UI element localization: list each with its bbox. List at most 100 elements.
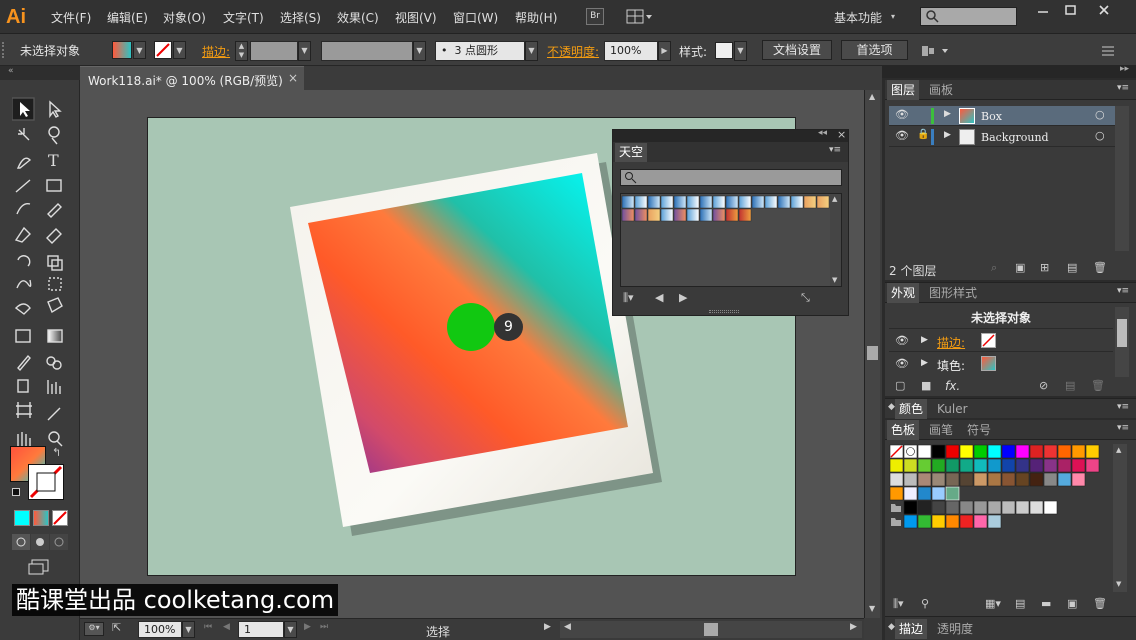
- panel-collapse-icon[interactable]: ◂◂: [818, 128, 827, 138]
- tab-transparency[interactable]: 透明度: [933, 619, 977, 639]
- align-options-icon[interactable]: [920, 43, 952, 59]
- target-circle-icon[interactable]: ○: [1095, 129, 1105, 142]
- clipping-mask-icon[interactable]: ▣: [1015, 261, 1025, 274]
- swatch-libraries-icon[interactable]: ⫼▾: [623, 291, 634, 305]
- swatch-cells[interactable]: [889, 444, 1111, 536]
- swatch-libraries-icon[interactable]: ⫼▾: [893, 597, 904, 611]
- expand-triangle-icon[interactable]: ▶: [921, 335, 928, 345]
- duplicate-item-icon[interactable]: ▤: [1065, 379, 1075, 392]
- artboard-dropdown[interactable]: ▼: [284, 621, 297, 638]
- panel-menu-icon[interactable]: ▾≡: [829, 145, 841, 155]
- opacity-dropdown[interactable]: ▶: [658, 41, 671, 61]
- tab-appearance[interactable]: 外观: [887, 283, 920, 303]
- last-artboard-icon[interactable]: ⏭: [320, 622, 328, 632]
- gradient-mode-button[interactable]: [33, 510, 49, 526]
- add-fill-icon[interactable]: ■: [921, 379, 931, 392]
- appearance-fill-row[interactable]: 👁 ▶ 填色:: [889, 353, 1113, 375]
- zoom-input[interactable]: 100%: [138, 621, 182, 638]
- menu-object[interactable]: 对象(O): [163, 9, 206, 26]
- menu-effect[interactable]: 效果(C): [337, 9, 379, 26]
- menu-window[interactable]: 窗口(W): [453, 9, 498, 26]
- expand-triangle-icon[interactable]: ▶: [944, 130, 951, 140]
- green-circle[interactable]: [447, 303, 495, 351]
- menu-help[interactable]: 帮助(H): [515, 9, 557, 26]
- swap-fill-stroke-icon[interactable]: ↰: [52, 446, 61, 459]
- fill-row-label[interactable]: 填色:: [937, 357, 965, 374]
- panel-menu-icon[interactable]: ▾≡: [1117, 402, 1129, 412]
- vertical-scroll-thumb[interactable]: [867, 346, 878, 360]
- minimize-button[interactable]: [1030, 0, 1054, 22]
- artboard-navigation-icon[interactable]: ⚙▾: [84, 622, 104, 636]
- profile-dropdown[interactable]: ▼: [413, 41, 426, 61]
- variable-width-profile[interactable]: [321, 41, 413, 61]
- new-layer-icon[interactable]: ▤: [1067, 261, 1077, 274]
- appearance-scrollbar[interactable]: [1115, 307, 1129, 377]
- stroke-weight-input[interactable]: [250, 41, 298, 61]
- visibility-eye-icon[interactable]: 👁: [895, 334, 909, 347]
- prev-artboard-icon[interactable]: ◀: [223, 622, 230, 632]
- scroll-down-icon[interactable]: ▼: [832, 276, 837, 284]
- scroll-up-icon[interactable]: ▲: [1116, 446, 1121, 454]
- swatch-grid-scrollbar[interactable]: ▲ ▼: [830, 194, 841, 286]
- delete-item-icon[interactable]: 🗑: [1091, 379, 1105, 392]
- visibility-eye-icon[interactable]: 👁: [895, 129, 909, 142]
- document-setup-button[interactable]: 文档设置: [762, 40, 832, 60]
- kind-menu-icon[interactable]: ⚲: [921, 597, 929, 610]
- layer-name[interactable]: Background: [981, 131, 1049, 144]
- stroke-weight-dropdown[interactable]: ▼: [298, 41, 311, 61]
- stroke-weight-stepper[interactable]: ▲ ▼: [235, 41, 248, 61]
- selection-tool[interactable]: [12, 98, 34, 120]
- previous-library-icon[interactable]: ◀: [655, 291, 663, 304]
- swatches-scrollbar[interactable]: ▲ ▼: [1113, 444, 1127, 592]
- rectangle-tool[interactable]: [42, 172, 64, 194]
- delete-layer-icon[interactable]: 🗑: [1093, 261, 1107, 274]
- tab-swatches[interactable]: 色板: [887, 420, 920, 440]
- new-folder-icon[interactable]: ▬: [1041, 597, 1051, 610]
- tab-graphic-styles[interactable]: 图形样式: [925, 283, 981, 303]
- line-tool[interactable]: [12, 172, 34, 194]
- screen-mode-icon[interactable]: [28, 558, 52, 576]
- eyedropper-tool[interactable]: [42, 398, 64, 420]
- close-tab-icon[interactable]: ×: [288, 71, 298, 85]
- layers-scrollbar[interactable]: [1115, 106, 1129, 251]
- menu-edit[interactable]: 编辑(E): [107, 9, 148, 26]
- stroke-row-label[interactable]: 描边:: [937, 334, 965, 351]
- stroke-proxy[interactable]: [28, 464, 64, 500]
- menu-view[interactable]: 视图(V): [395, 9, 437, 26]
- locate-object-icon[interactable]: ⌕: [991, 261, 997, 275]
- document-tab[interactable]: Work118.ai* @ 100% (RGB/预览) ×: [80, 66, 304, 90]
- appearance-scroll-thumb[interactable]: [1117, 319, 1127, 347]
- panel-menu-icon[interactable]: ▾≡: [1117, 286, 1129, 296]
- workspace-switcher[interactable]: 基本功能: [834, 9, 882, 26]
- collapse-icon[interactable]: «: [8, 66, 14, 76]
- scroll-right-icon[interactable]: ▶: [850, 622, 857, 632]
- search-input[interactable]: [920, 7, 1017, 26]
- panel-toggle-icon[interactable]: ◆: [888, 402, 895, 412]
- scroll-up-icon[interactable]: ▲: [832, 195, 837, 203]
- control-menu-icon[interactable]: [1100, 44, 1116, 58]
- first-artboard-icon[interactable]: ⏮: [204, 622, 212, 632]
- graphic-style-swatch[interactable]: [715, 42, 733, 59]
- export-icon[interactable]: ⇱: [112, 621, 121, 634]
- canvas-vertical-scrollbar[interactable]: ▲ ▼: [864, 90, 880, 618]
- tab-symbols[interactable]: 符号: [963, 420, 995, 440]
- tab-stroke[interactable]: 描边: [895, 619, 928, 639]
- swatch-search-input[interactable]: [620, 169, 842, 186]
- canvas-horizontal-scrollbar[interactable]: ◀ ▶: [560, 621, 862, 638]
- brush-dropdown[interactable]: ▼: [525, 41, 538, 61]
- next-library-icon[interactable]: ▶: [679, 291, 687, 304]
- panel-close-icon[interactable]: ×: [837, 128, 846, 141]
- close-window-button[interactable]: [1088, 0, 1124, 22]
- layer-row[interactable]: 👁 ▶ Box ○: [889, 106, 1115, 126]
- color-mode-button[interactable]: [14, 510, 30, 526]
- sky-panel-titlebar[interactable]: ◂◂ ×: [613, 128, 848, 142]
- maximize-button[interactable]: [1056, 0, 1082, 22]
- tab-kuler[interactable]: Kuler: [933, 399, 972, 419]
- preferences-button[interactable]: 首选项: [841, 40, 908, 60]
- panel-menu-icon[interactable]: ▾≡: [1117, 83, 1129, 93]
- direct-selection-tool[interactable]: [42, 98, 64, 120]
- arrange-documents-icon[interactable]: [626, 9, 654, 25]
- scroll-up-icon[interactable]: ▲: [869, 92, 875, 101]
- default-colors-icon[interactable]: [12, 488, 20, 496]
- expand-triangle-icon[interactable]: ▶: [921, 358, 928, 368]
